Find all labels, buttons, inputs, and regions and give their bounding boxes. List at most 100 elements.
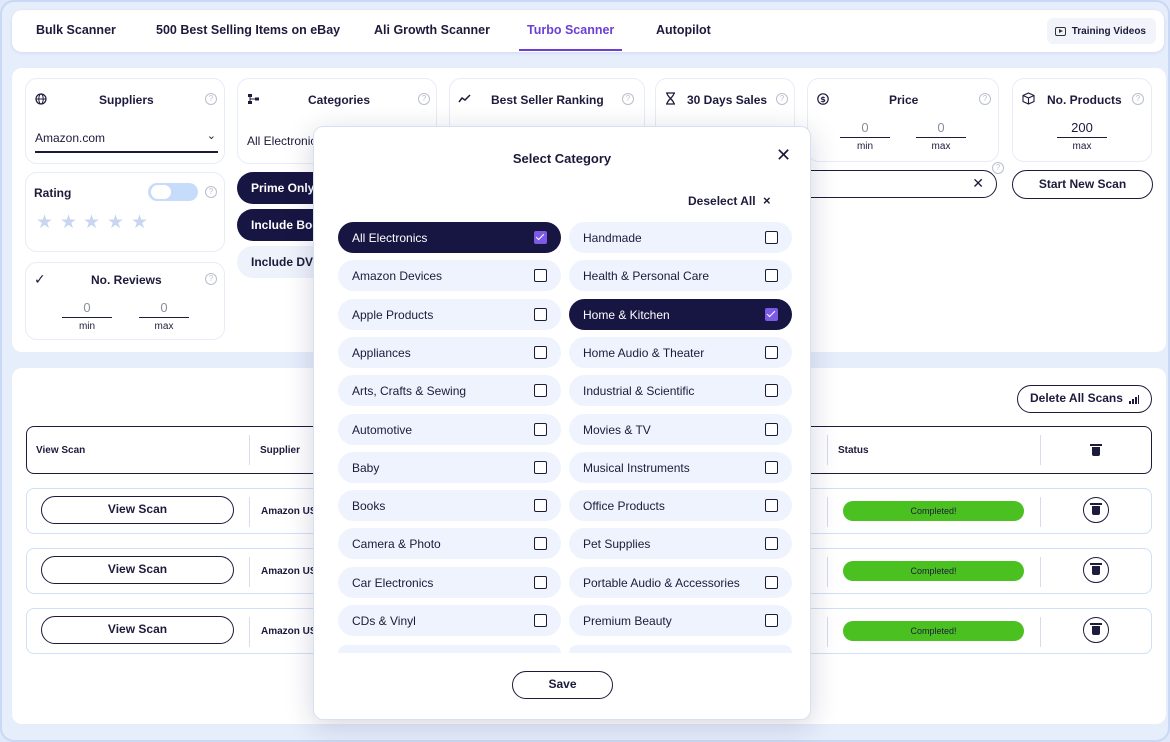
- tab-best-selling-ebay[interactable]: 500 Best Selling Items on eBay: [156, 23, 340, 37]
- category-checkbox[interactable]: [534, 614, 547, 627]
- help-icon[interactable]: ?: [992, 162, 1004, 174]
- category-item[interactable]: Office Products: [569, 490, 792, 522]
- no-products-value[interactable]: 200: [1057, 120, 1107, 138]
- category-checkbox[interactable]: [765, 614, 778, 627]
- training-videos-button[interactable]: Training Videos: [1046, 18, 1156, 44]
- category-item[interactable]: Premium Beauty: [569, 605, 792, 636]
- help-icon[interactable]: ?: [979, 93, 991, 105]
- category-item[interactable]: Portable Audio & Accessories: [569, 566, 792, 598]
- tab-ali-growth-scanner[interactable]: Ali Growth Scanner: [374, 23, 490, 37]
- category-checkbox[interactable]: [534, 384, 547, 398]
- category-item[interactable]: Appliances: [338, 336, 561, 368]
- category-item[interactable]: Books: [338, 490, 561, 522]
- category-item[interactable]: Arts, Crafts & Sewing: [338, 375, 561, 407]
- category-checkbox[interactable]: [765, 460, 778, 474]
- search-field[interactable]: ✕: [792, 170, 997, 198]
- category-item[interactable]: CDs & Vinyl: [338, 605, 561, 636]
- help-icon[interactable]: ?: [622, 93, 634, 105]
- star-icon[interactable]: ★: [107, 211, 124, 234]
- rating-toggle[interactable]: [148, 183, 198, 201]
- start-new-scan-button[interactable]: Start New Scan: [1012, 170, 1153, 199]
- category-item[interactable]: Movies & TV: [569, 413, 792, 445]
- category-item[interactable]: Amazon Devices: [338, 260, 561, 292]
- category-item[interactable]: Home & Kitchen: [569, 298, 792, 330]
- price-max-value[interactable]: 0: [916, 120, 966, 138]
- delete-scan-button[interactable]: [1083, 557, 1109, 583]
- star-icon[interactable]: ★: [60, 211, 77, 234]
- delete-all-scans-button[interactable]: Delete All Scans: [1017, 385, 1152, 413]
- category-checkbox[interactable]: [534, 269, 547, 283]
- category-item[interactable]: Handmade: [569, 222, 792, 253]
- category-checkbox[interactable]: [534, 537, 547, 551]
- category-checkbox[interactable]: [534, 307, 547, 321]
- deselect-clear-icon[interactable]: ×: [763, 193, 771, 208]
- column-divider: [827, 557, 828, 587]
- signal-icon: [1129, 395, 1139, 404]
- no-products-input[interactable]: 200 max: [1057, 120, 1107, 152]
- category-checkbox[interactable]: [765, 499, 778, 513]
- category-tree-icon: [248, 94, 259, 104]
- category-checkbox[interactable]: [765, 307, 778, 321]
- column-divider: [249, 497, 250, 527]
- category-checkbox[interactable]: [765, 269, 778, 283]
- star-icon[interactable]: ★: [83, 211, 100, 234]
- view-scan-button[interactable]: View Scan: [41, 616, 234, 644]
- help-icon[interactable]: ?: [205, 93, 217, 105]
- category-checkbox[interactable]: [534, 575, 547, 589]
- close-icon[interactable]: ✕: [776, 145, 791, 166]
- delete-scan-button[interactable]: [1083, 617, 1109, 643]
- tab-autopilot[interactable]: Autopilot: [656, 23, 711, 37]
- category-checkbox[interactable]: [765, 575, 778, 589]
- deselect-all-button[interactable]: Deselect All: [688, 194, 756, 208]
- globe-icon: [35, 93, 47, 105]
- delete-scan-button[interactable]: [1083, 497, 1109, 523]
- category-item[interactable]: Health & Personal Care: [569, 260, 792, 292]
- category-checkbox[interactable]: [534, 231, 547, 244]
- reviews-min[interactable]: 0 min: [62, 300, 112, 332]
- help-icon[interactable]: ?: [776, 93, 788, 105]
- star-icon[interactable]: ★: [36, 211, 53, 234]
- reviews-max[interactable]: 0 max: [139, 300, 189, 332]
- category-checkbox[interactable]: [765, 345, 778, 359]
- category-checkbox[interactable]: [534, 422, 547, 436]
- category-checkbox[interactable]: [534, 499, 547, 513]
- reviews-min-value[interactable]: 0: [62, 300, 112, 318]
- price-min-value[interactable]: 0: [840, 120, 890, 138]
- supplier-select[interactable]: Amazon.com ⌄: [35, 130, 218, 153]
- category-item[interactable]: All Electronics: [338, 222, 561, 253]
- checkmark-icon: ✓: [34, 271, 46, 287]
- category-checkbox[interactable]: [765, 384, 778, 398]
- category-item[interactable]: Automotive: [338, 413, 561, 445]
- category-checkbox[interactable]: [765, 422, 778, 436]
- price-min[interactable]: 0 min: [840, 120, 890, 152]
- help-icon[interactable]: ?: [205, 273, 217, 285]
- category-checkbox[interactable]: [765, 537, 778, 551]
- category-item[interactable]: Baby: [338, 451, 561, 483]
- help-icon[interactable]: ?: [1132, 93, 1144, 105]
- help-icon[interactable]: ?: [205, 186, 217, 198]
- category-checkbox[interactable]: [534, 460, 547, 474]
- categories-select-value[interactable]: All Electronics: [247, 134, 322, 148]
- save-button[interactable]: Save: [512, 671, 613, 699]
- tab-turbo-scanner[interactable]: Turbo Scanner: [518, 23, 623, 51]
- category-checkbox[interactable]: [534, 345, 547, 359]
- help-icon[interactable]: ?: [418, 93, 430, 105]
- view-scan-button[interactable]: View Scan: [41, 496, 234, 524]
- star-icon[interactable]: ★: [131, 211, 148, 234]
- price-max[interactable]: 0 max: [916, 120, 966, 152]
- clear-icon[interactable]: ✕: [972, 175, 984, 192]
- category-item[interactable]: Camera & Photo: [338, 528, 561, 560]
- chevron-down-icon: ⌄: [206, 130, 216, 142]
- category-item[interactable]: Pet Supplies: [569, 528, 792, 560]
- category-item[interactable]: Musical Instruments: [569, 451, 792, 483]
- category-checkbox[interactable]: [765, 231, 778, 244]
- status-badge: Completed!: [843, 501, 1024, 521]
- category-item[interactable]: Industrial & Scientific: [569, 375, 792, 407]
- category-item[interactable]: Home Audio & Theater: [569, 336, 792, 368]
- column-divider: [249, 557, 250, 587]
- category-item[interactable]: Apple Products: [338, 298, 561, 330]
- category-item[interactable]: Car Electronics: [338, 566, 561, 598]
- reviews-max-value[interactable]: 0: [139, 300, 189, 318]
- tab-bulk-scanner[interactable]: Bulk Scanner: [36, 23, 116, 37]
- view-scan-button[interactable]: View Scan: [41, 556, 234, 584]
